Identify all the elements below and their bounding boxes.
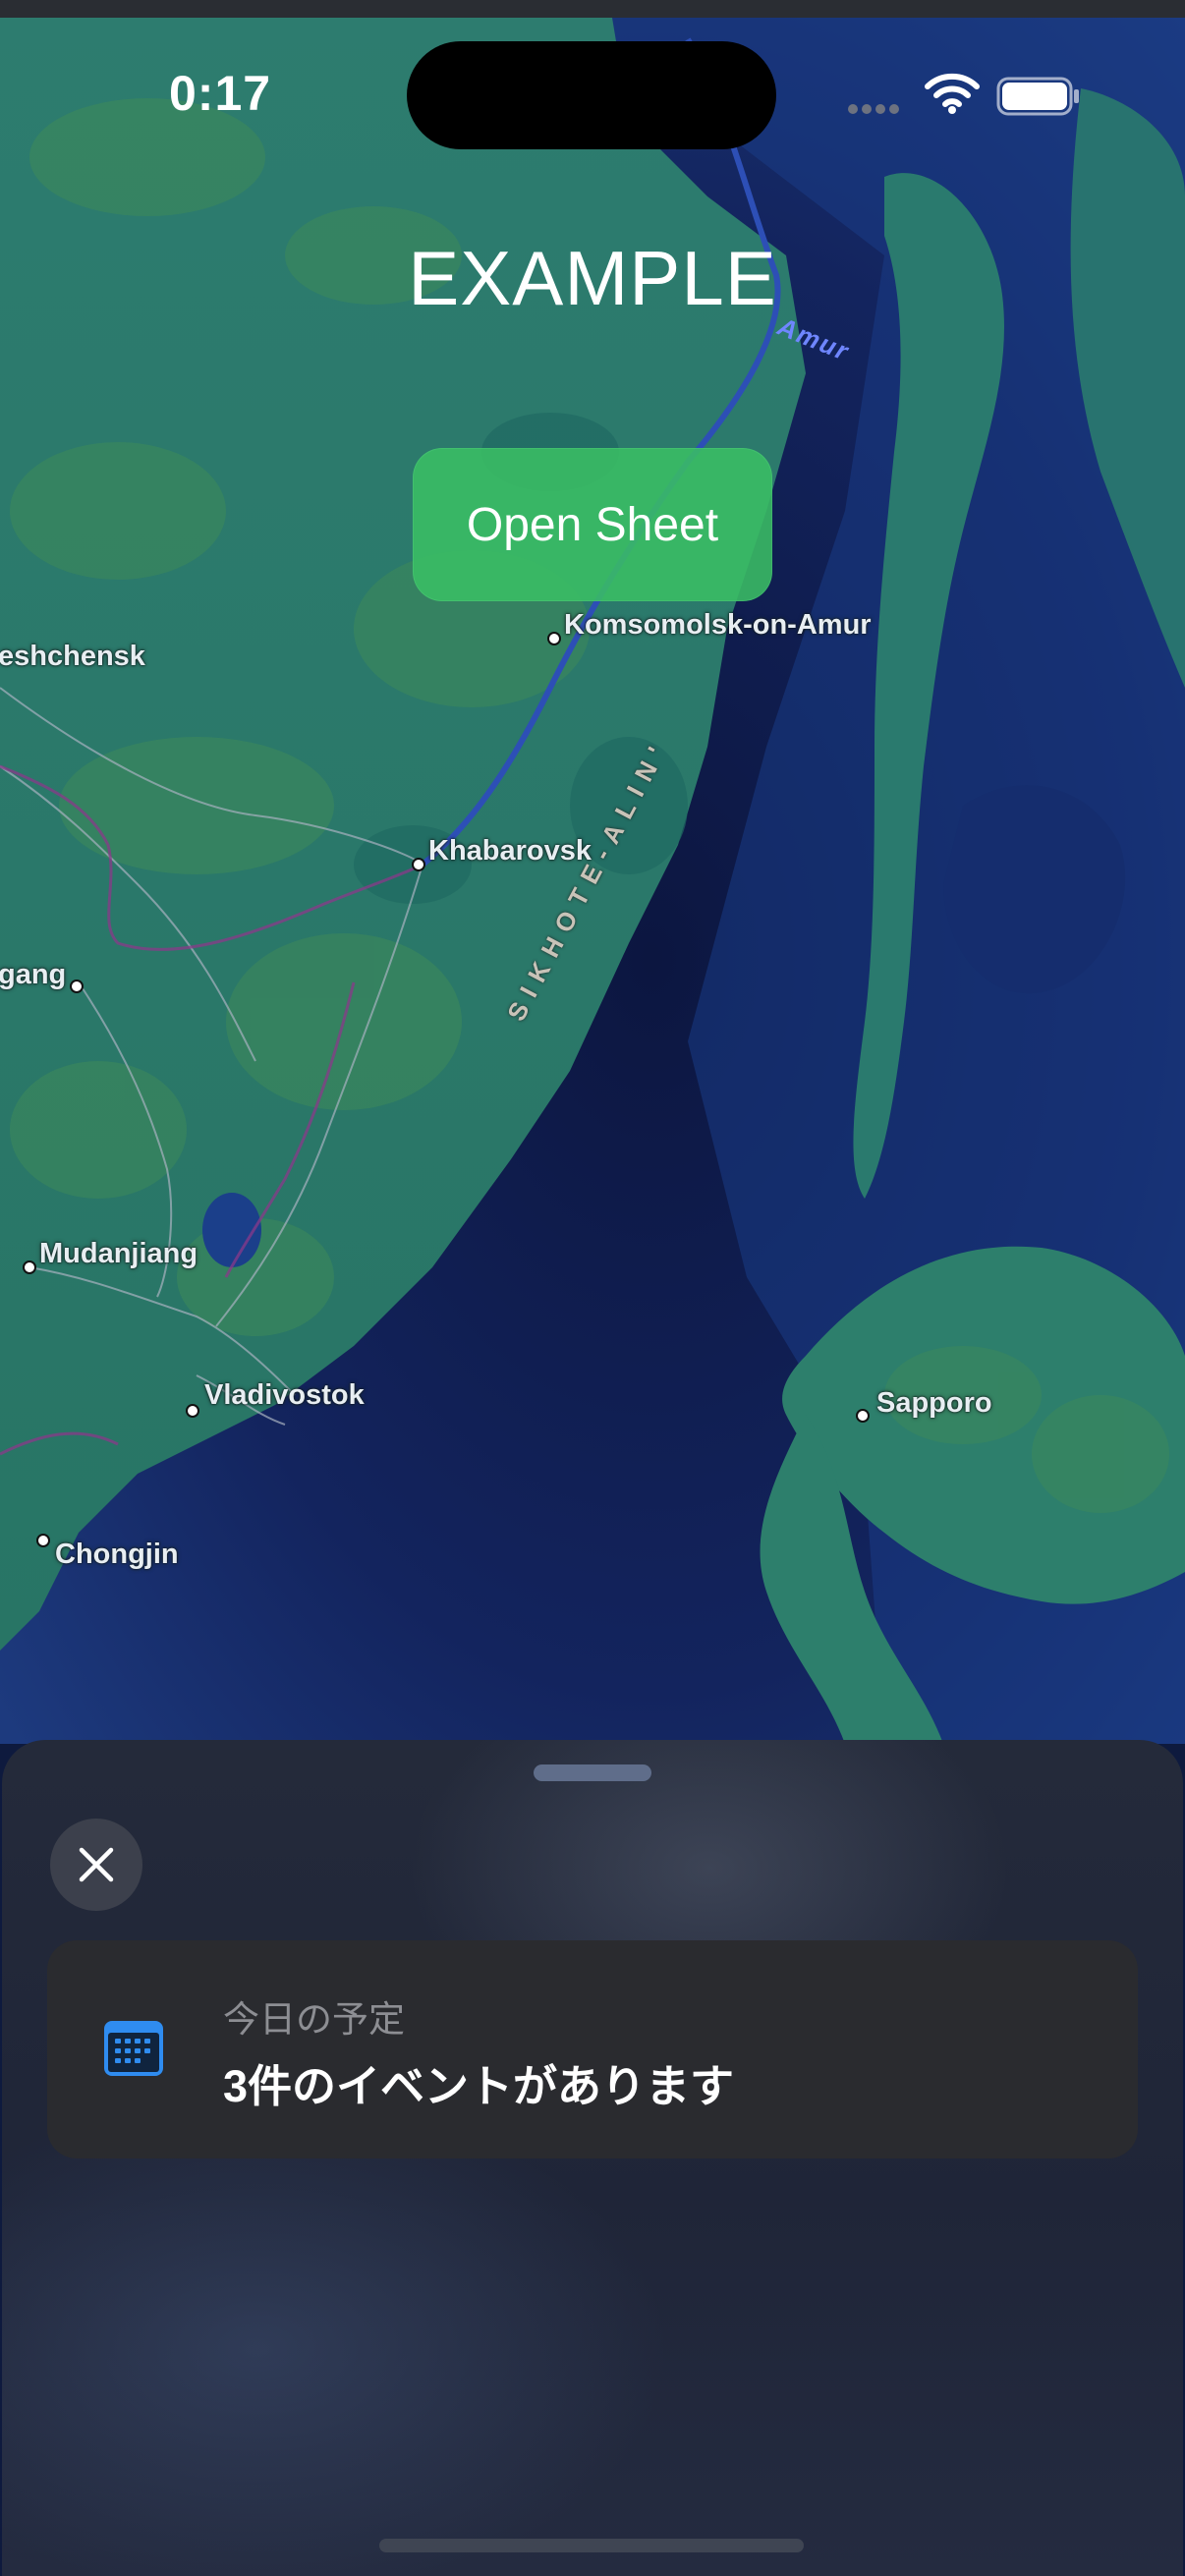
map-label-sapporo[interactable]: Sapporo bbox=[876, 1387, 992, 1420]
close-button[interactable] bbox=[50, 1819, 142, 1911]
home-indicator[interactable] bbox=[379, 2539, 804, 2552]
cellular-signal-icon bbox=[848, 104, 899, 114]
open-sheet-button[interactable]: Open Sheet bbox=[413, 448, 772, 601]
map-label-vladivostok[interactable]: Vladivostok bbox=[204, 1379, 365, 1412]
event-summary-card[interactable]: 今日の予定 3件のイベントがあります bbox=[47, 1940, 1138, 2158]
bottom-sheet: 今日の予定 3件のイベントがあります bbox=[2, 1740, 1183, 2576]
map-label-komsomolsk[interactable]: Komsomolsk-on-Amur bbox=[564, 609, 872, 642]
card-title: 3件のイベントがあります bbox=[223, 2061, 735, 2111]
map-label-jixi-gang[interactable]: gang bbox=[0, 959, 66, 991]
wifi-icon bbox=[925, 73, 980, 114]
map-label-khabarovsk[interactable]: Khabarovsk bbox=[428, 835, 592, 868]
dynamic-island bbox=[407, 41, 776, 149]
battery-icon bbox=[996, 77, 1079, 116]
card-subtitle: 今日の予定 bbox=[223, 1999, 405, 2040]
map-label-mudanjiang[interactable]: Mudanjiang bbox=[39, 1238, 198, 1270]
status-time: 0:17 bbox=[169, 66, 272, 121]
calendar-icon bbox=[104, 2021, 163, 2076]
sheet-grabber[interactable] bbox=[534, 1764, 651, 1781]
close-icon bbox=[79, 1847, 114, 1882]
map-label-chongjin[interactable]: Chongjin bbox=[55, 1539, 179, 1571]
app-title: EXAMPLE bbox=[408, 235, 777, 321]
map-label-blagoveshchensk[interactable]: eshchensk bbox=[0, 641, 145, 673]
top-edge-strip bbox=[0, 0, 1185, 18]
